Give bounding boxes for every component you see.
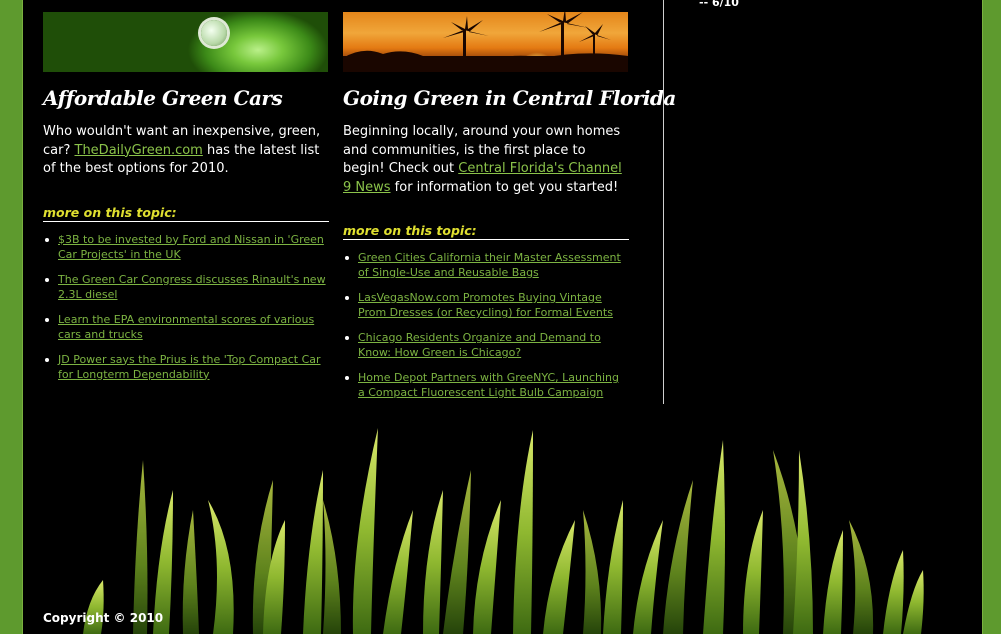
list-item: LasVegasNow.com Promotes Buying Vintage … bbox=[343, 290, 629, 320]
more-on-topic-label: more on this topic: bbox=[43, 205, 329, 222]
related-link[interactable]: LasVegasNow.com Promotes Buying Vintage … bbox=[358, 291, 613, 319]
palm-trees-silhouette bbox=[343, 12, 628, 72]
dailygreen-link[interactable]: TheDailyGreen.com bbox=[75, 143, 203, 158]
article-body: Who wouldn't want an inexpensive, green,… bbox=[43, 123, 329, 179]
page-content: Affordable Green Cars Who wouldn't want … bbox=[22, 0, 983, 634]
related-link[interactable]: Green Cities California their Master Ass… bbox=[358, 251, 621, 279]
list-item: The Green Car Congress discusses Rinault… bbox=[43, 272, 329, 302]
palm-sunset-image bbox=[343, 12, 628, 72]
list-item: Home Depot Partners with GreeNYC, Launch… bbox=[343, 370, 629, 400]
green-car-image bbox=[43, 12, 328, 72]
related-link[interactable]: $3B to be invested by Ford and Nissan in… bbox=[58, 233, 324, 261]
list-item: Chicago Residents Organize and Demand to… bbox=[343, 330, 629, 360]
car-headlight bbox=[201, 20, 227, 46]
more-on-topic-label: more on this topic: bbox=[343, 223, 629, 240]
list-item: Green Cities California their Master Ass… bbox=[343, 250, 629, 280]
sidebar-date-note: -- 6/10 bbox=[699, 0, 739, 9]
related-links-list: $3B to be invested by Ford and Nissan in… bbox=[43, 232, 329, 382]
article-headline: Going Green in Central Florida bbox=[343, 86, 676, 110]
copyright-text: Copyright © 2010 bbox=[43, 611, 164, 625]
related-link[interactable]: Chicago Residents Organize and Demand to… bbox=[358, 331, 601, 359]
related-link[interactable]: Learn the EPA environmental scores of va… bbox=[58, 313, 314, 341]
column-divider bbox=[663, 0, 664, 404]
article-headline: Affordable Green Cars bbox=[43, 86, 283, 110]
grass-decoration bbox=[83, 428, 924, 634]
article-body: Beginning locally, around your own homes… bbox=[343, 123, 629, 197]
related-link[interactable]: JD Power says the Prius is the 'Top Comp… bbox=[58, 353, 321, 381]
list-item: Learn the EPA environmental scores of va… bbox=[43, 312, 329, 342]
body-text-end: for information to get you started! bbox=[390, 179, 619, 195]
related-links-list: Green Cities California their Master Ass… bbox=[343, 250, 629, 400]
list-item: $3B to be invested by Ford and Nissan in… bbox=[43, 232, 329, 262]
article-affordable-green-cars: Affordable Green Cars Who wouldn't want … bbox=[43, 0, 329, 392]
article-central-florida: Going Green in Central Florida Beginning… bbox=[343, 0, 676, 410]
related-link[interactable]: The Green Car Congress discusses Rinault… bbox=[58, 273, 326, 301]
related-link[interactable]: Home Depot Partners with GreeNYC, Launch… bbox=[358, 371, 619, 399]
list-item: JD Power says the Prius is the 'Top Comp… bbox=[43, 352, 329, 382]
